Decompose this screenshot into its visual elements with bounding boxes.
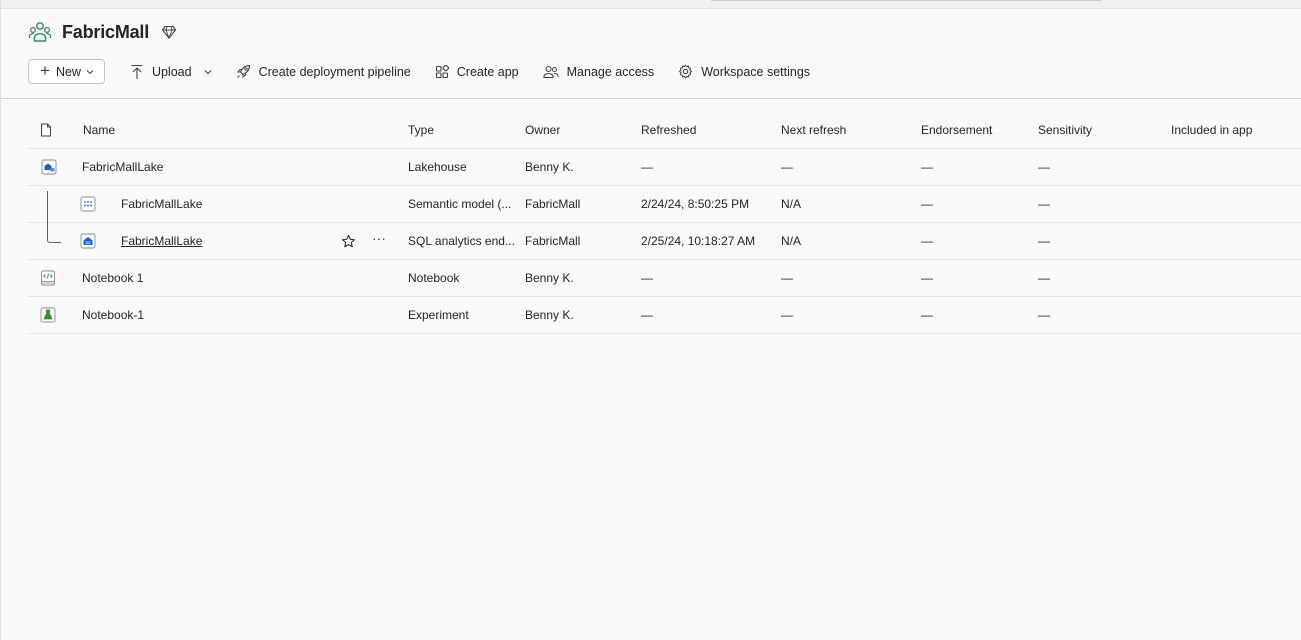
table-row[interactable]: Notebook 1 Notebook Benny K. — — — —: [28, 260, 1301, 297]
item-refreshed: 2/25/24, 10:18:27 AM: [641, 234, 756, 248]
tree-connector: [47, 223, 61, 243]
type-column-header-label[interactable]: Type: [408, 112, 514, 148]
item-next-refresh: —: [781, 160, 793, 174]
divider: [1, 98, 1301, 99]
table-row[interactable]: FabricMallLake Lakehouse Benny K. — — — …: [28, 149, 1301, 186]
chevron-down-icon: [86, 69, 94, 74]
item-next-refresh: N/A: [781, 197, 802, 211]
item-refreshed: 2/24/24, 8:50:25 PM: [641, 197, 750, 211]
plus-icon: +: [40, 61, 50, 80]
manage-access-button[interactable]: Manage access: [543, 64, 655, 79]
sql-endpoint-icon: [80, 233, 96, 249]
gear-icon: [679, 64, 693, 79]
create-deployment-pipeline-button[interactable]: Create deployment pipeline: [236, 64, 411, 79]
item-name[interactable]: FabricMallLake: [121, 186, 421, 222]
global-search-edge[interactable]: [711, 0, 1101, 1]
endorsement-column-header[interactable]: Endorsement: [921, 112, 1031, 148]
next-refresh-column-header[interactable]: Next refresh: [781, 112, 911, 148]
upload-icon: [131, 64, 143, 79]
item-refreshed: —: [641, 271, 653, 285]
experiment-icon: [40, 307, 56, 323]
item-endorsement: —: [921, 160, 933, 174]
type-column-header[interactable]: [40, 112, 60, 148]
item-type: Semantic model (...: [408, 197, 512, 211]
item-owner: FabricMall: [525, 234, 581, 248]
table-row[interactable]: FabricMallLake Semantic model (... Fabri…: [28, 186, 1301, 223]
star-icon[interactable]: [341, 234, 356, 249]
workspace-title: FabricMall: [62, 21, 150, 42]
manage-access-label: Manage access: [566, 64, 655, 79]
item-sensitivity: —: [1038, 308, 1050, 322]
workspace-toolbar: + New Upload Create deployment pipeline: [28, 58, 834, 85]
lakehouse-icon: [41, 159, 57, 175]
create-app-label: Create app: [456, 64, 519, 79]
item-refreshed: —: [641, 160, 653, 174]
sensitivity-column-header[interactable]: Sensitivity: [1038, 112, 1158, 148]
new-button[interactable]: + New: [28, 59, 105, 84]
owner-column-header[interactable]: Owner: [525, 112, 635, 148]
workspace-items-table: Name Type Owner Refreshed Next refresh E…: [28, 112, 1301, 334]
item-next-refresh: —: [781, 271, 793, 285]
item-sensitivity: —: [1038, 234, 1050, 248]
new-button-label: New: [55, 64, 81, 79]
workspace-page: FabricMall + New Upload Create deploymen…: [0, 0, 1301, 640]
upload-label: Upload: [151, 64, 192, 79]
item-endorsement: —: [921, 234, 933, 248]
workspace-settings-button[interactable]: Workspace settings: [678, 64, 810, 79]
more-options-icon[interactable]: ···: [372, 230, 386, 246]
workspace-settings-label: Workspace settings: [701, 64, 811, 79]
diamond-icon: [161, 25, 177, 40]
item-next-refresh: —: [781, 308, 793, 322]
workspace-header: FabricMall: [28, 19, 177, 45]
item-endorsement: —: [921, 197, 933, 211]
upload-button[interactable]: Upload: [130, 64, 212, 80]
item-type: Notebook: [408, 271, 460, 285]
item-owner: Benny K.: [525, 308, 574, 322]
item-type: SQL analytics end...: [408, 234, 514, 248]
item-sensitivity: —: [1038, 271, 1050, 285]
item-type: Lakehouse: [408, 160, 467, 174]
item-endorsement: —: [921, 271, 933, 285]
item-type: Experiment: [408, 308, 469, 322]
app-grid-icon: [435, 64, 449, 78]
chevron-down-icon[interactable]: [204, 68, 212, 76]
document-icon: [41, 123, 51, 137]
item-owner: Benny K.: [525, 271, 574, 285]
sql-endpoint-link[interactable]: FabricMallLake: [121, 234, 202, 248]
create-app-button[interactable]: Create app: [435, 64, 519, 79]
item-endorsement: —: [921, 308, 933, 322]
item-name[interactable]: FabricMallLake: [82, 149, 382, 185]
item-sensitivity: —: [1038, 160, 1050, 174]
top-bar: [1, 0, 1301, 9]
table-row[interactable]: Notebook-1 Experiment Benny K. — — — —: [28, 297, 1301, 334]
create-deployment-pipeline-label: Create deployment pipeline: [258, 64, 411, 79]
workspace-people-icon: [28, 22, 52, 42]
item-name[interactable]: Notebook 1: [82, 260, 382, 296]
item-refreshed: —: [641, 308, 653, 322]
rocket-icon: [236, 64, 250, 79]
item-owner: Benny K.: [525, 160, 574, 174]
semantic-model-icon: [80, 196, 96, 212]
people-icon: [543, 65, 559, 78]
refreshed-column-header[interactable]: Refreshed: [641, 112, 776, 148]
tree-connector: [47, 191, 61, 223]
included-in-app-column-header[interactable]: Included in app: [1171, 112, 1291, 148]
notebook-icon: [41, 270, 55, 286]
table-header-row: Name Type Owner Refreshed Next refresh E…: [28, 112, 1301, 149]
item-sensitivity: —: [1038, 197, 1050, 211]
table-row[interactable]: FabricMallLake ··· SQL analytics end... …: [28, 223, 1301, 260]
item-name[interactable]: Notebook-1: [82, 297, 382, 333]
name-column-header[interactable]: Name: [83, 112, 383, 148]
item-next-refresh: N/A: [781, 234, 802, 248]
item-owner: FabricMall: [525, 197, 581, 211]
